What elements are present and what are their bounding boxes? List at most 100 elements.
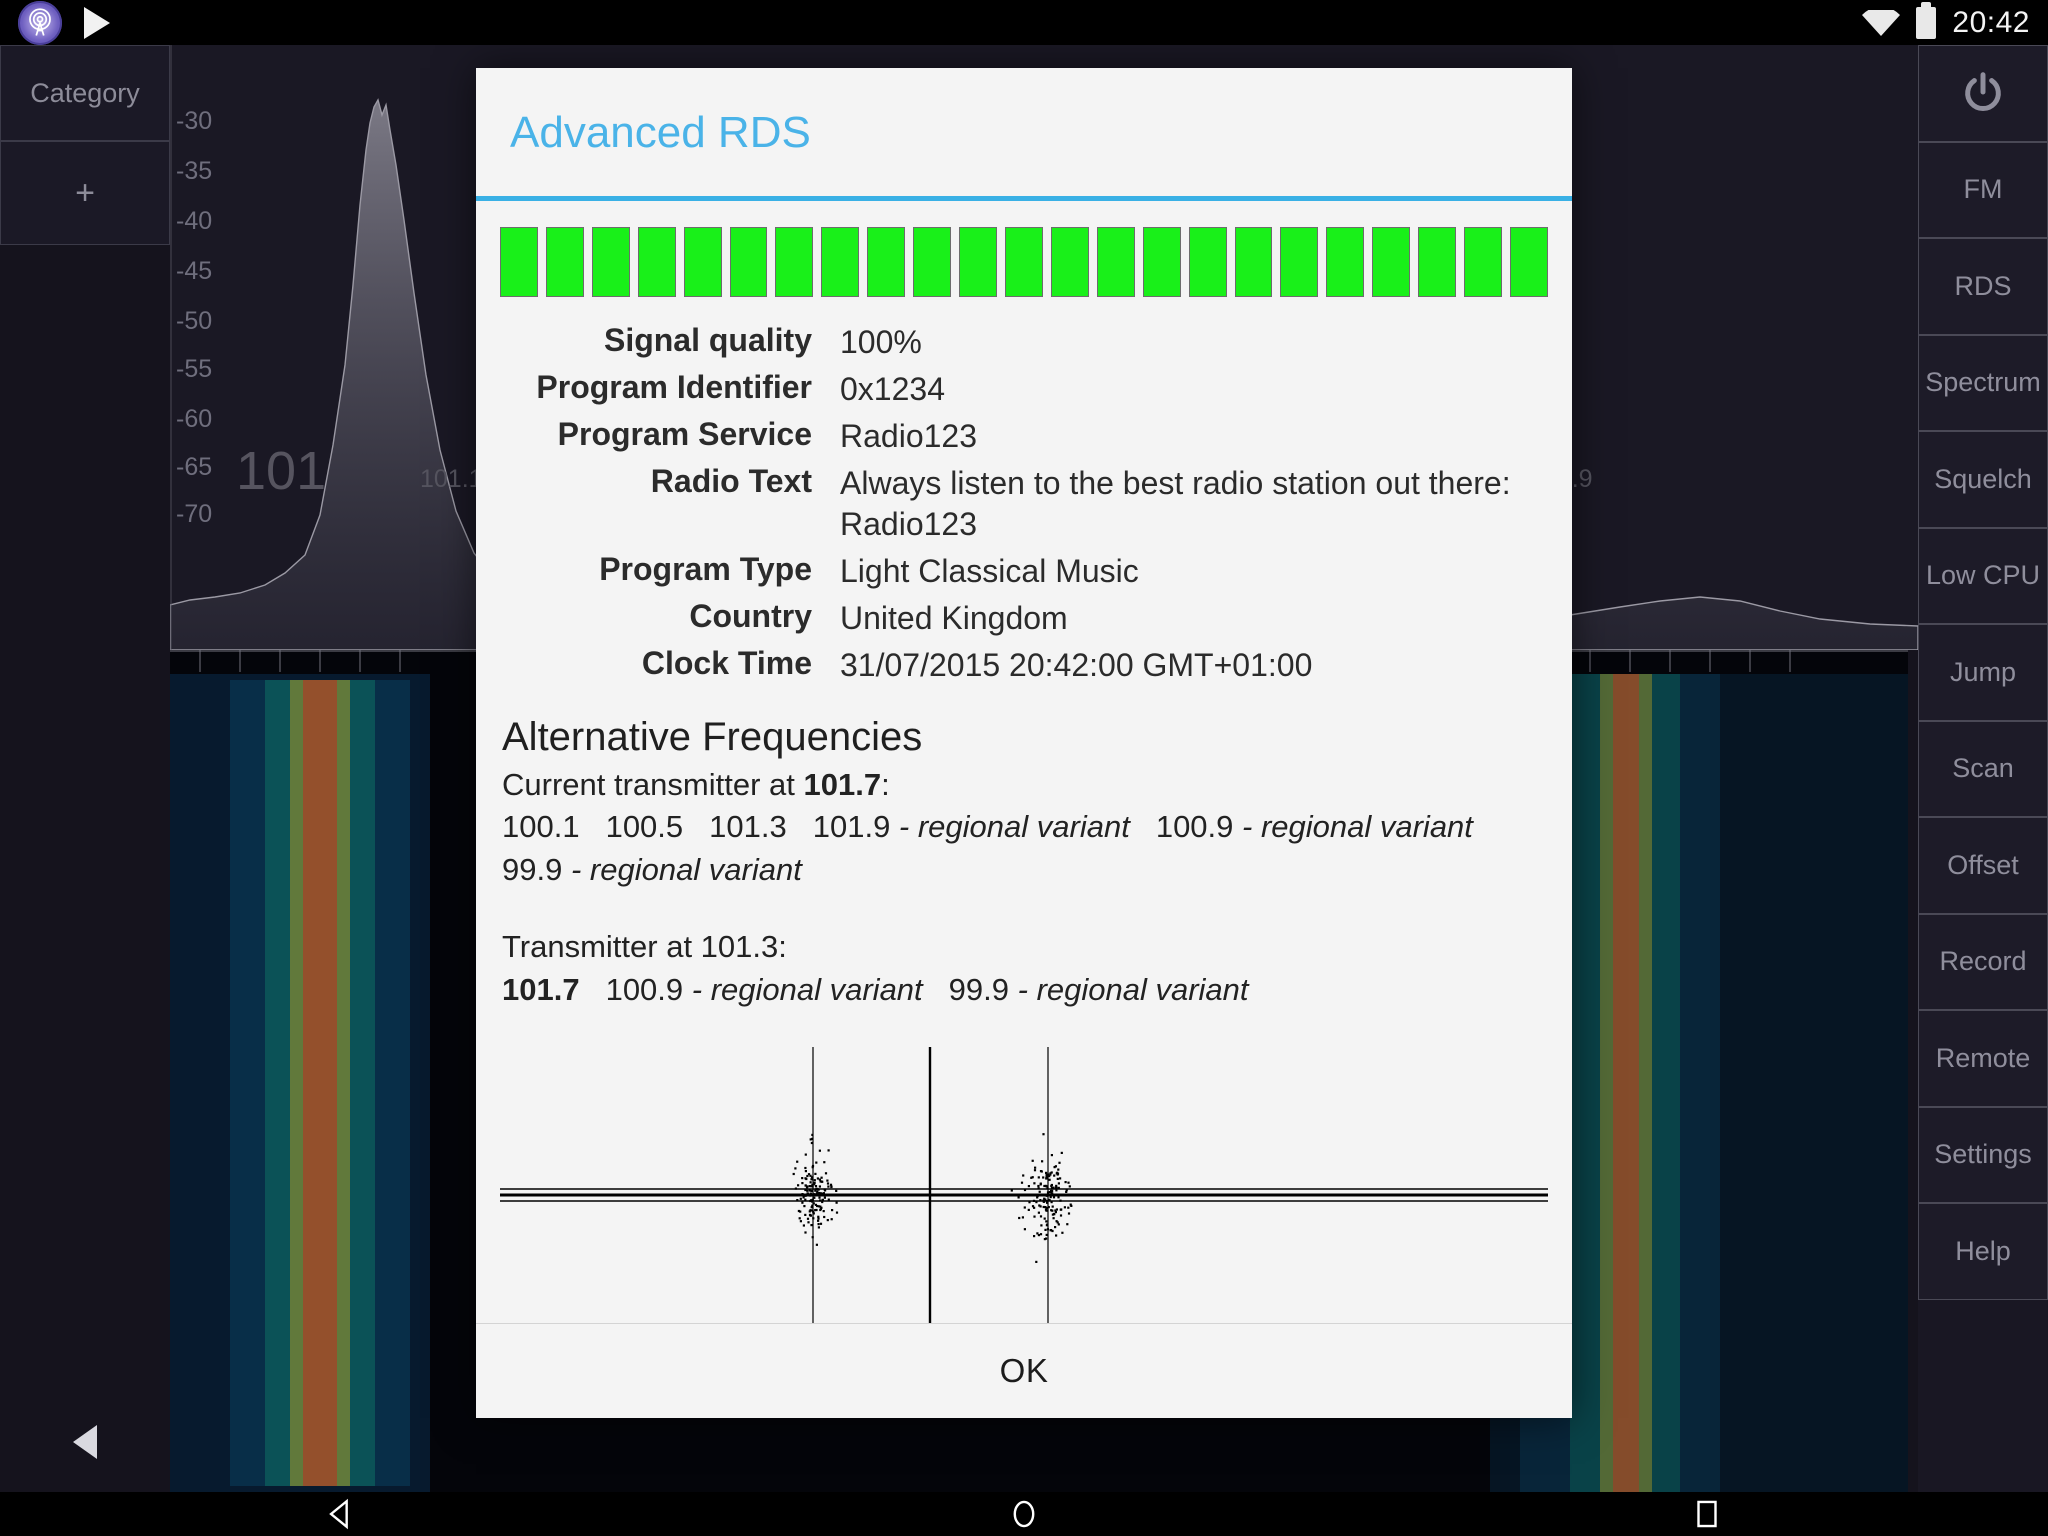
sidebar-item-settings[interactable]: Settings (1918, 1107, 2048, 1204)
sidebar-item-low-cpu[interactable]: Low CPU (1918, 528, 2048, 625)
constellation-point (820, 1208, 822, 1210)
category-button[interactable]: Category (0, 45, 170, 141)
quality-segment (1143, 227, 1181, 297)
constellation-point (797, 1185, 799, 1187)
sidebar-item-record[interactable]: Record (1918, 914, 2048, 1011)
constellation-point (1055, 1190, 1057, 1192)
constellation-point (1028, 1185, 1030, 1187)
constellation-point (819, 1179, 821, 1181)
af-block-0: Current transmitter at 101.7: 100.1 100.5… (500, 764, 1548, 892)
quality-segment (1326, 227, 1364, 297)
db-label-30: -30 (176, 107, 212, 136)
constellation-point (811, 1142, 813, 1144)
af-frequency: 100.5 (606, 809, 684, 844)
constellation-point (812, 1165, 814, 1167)
field-key: Clock Time (500, 642, 840, 689)
constellation-point (805, 1170, 807, 1172)
constellation-point (810, 1186, 812, 1188)
constellation-point (1066, 1224, 1068, 1226)
constellation-point (796, 1199, 798, 1201)
constellation-point (1046, 1174, 1048, 1176)
constellation-point (1051, 1201, 1053, 1203)
play-icon[interactable] (84, 7, 110, 39)
power-button[interactable] (1918, 45, 2048, 142)
constellation-point (1060, 1215, 1062, 1217)
constellation-point (809, 1190, 811, 1192)
af-prefix: Current transmitter at (502, 767, 803, 802)
constellation-point (1037, 1185, 1039, 1187)
constellation-point (1051, 1154, 1053, 1156)
sidebar-item-rds[interactable]: RDS (1918, 238, 2048, 335)
dialog-body[interactable]: Signal quality 100% Program Identifier 0… (476, 201, 1572, 1323)
prev-preset-button[interactable] (0, 1392, 170, 1492)
previous-icon (73, 1425, 97, 1459)
constellation-point (805, 1154, 807, 1156)
sidebar-item-help[interactable]: Help (1918, 1203, 2048, 1300)
constellation-point (825, 1173, 827, 1175)
quality-segment (546, 227, 584, 297)
constellation-point (1052, 1206, 1054, 1208)
freq-tick-101-1: 101.1 (420, 465, 483, 494)
af-suffix: : (881, 767, 890, 802)
constellation-point (810, 1193, 812, 1195)
constellation-point (809, 1175, 811, 1177)
constellation-point (811, 1134, 813, 1136)
constellation-point (1057, 1222, 1059, 1224)
sidebar-item-jump[interactable]: Jump (1918, 624, 2048, 721)
home-icon[interactable] (1007, 1497, 1041, 1531)
af-block-title-1: Transmitter at 101.3: (502, 926, 1548, 969)
constellation-point (1057, 1178, 1059, 1180)
quality-segment (730, 227, 768, 297)
constellation-point (831, 1209, 833, 1211)
constellation-point (1056, 1187, 1058, 1189)
constellation-point (1045, 1178, 1047, 1180)
constellation-point (1050, 1196, 1052, 1198)
constellation-point (805, 1185, 807, 1187)
quality-segment (1418, 227, 1456, 297)
db-label-70: -70 (176, 500, 212, 529)
constellation-point (814, 1190, 816, 1192)
quality-segment (821, 227, 859, 297)
constellation-point (1049, 1200, 1051, 1202)
sidebar-item-offset[interactable]: Offset (1918, 817, 2048, 914)
af-frequency: 100.9 (1156, 809, 1234, 844)
constellation-point (1054, 1226, 1056, 1228)
constellation-point (801, 1177, 803, 1179)
recents-icon[interactable] (1690, 1497, 1724, 1531)
constellation-point (1057, 1173, 1059, 1175)
constellation-point (1036, 1233, 1038, 1235)
constellation-point (820, 1223, 822, 1225)
constellation-point (801, 1202, 803, 1204)
constellation-point (823, 1162, 825, 1164)
constellation-point (799, 1211, 801, 1213)
constellation-point (1034, 1167, 1036, 1169)
constellation-point (1043, 1185, 1045, 1187)
constellation-point (811, 1207, 813, 1209)
constellation-point (1021, 1182, 1023, 1184)
constellation-point (1051, 1230, 1053, 1232)
db-label-50: -50 (176, 307, 212, 336)
db-label-40: -40 (176, 207, 212, 236)
ok-button[interactable]: OK (1000, 1352, 1049, 1390)
add-preset-button[interactable]: + (0, 141, 170, 245)
constellation-point (803, 1197, 805, 1199)
sidebar-item-remote[interactable]: Remote (1918, 1010, 2048, 1107)
constellation-point (803, 1205, 805, 1207)
constellation-point (1028, 1209, 1030, 1211)
quality-segment (592, 227, 630, 297)
constellation-point (1033, 1235, 1035, 1237)
sidebar-item-squelch[interactable]: Squelch (1918, 431, 2048, 528)
field-key: Signal quality (500, 319, 840, 366)
constellation-point (794, 1168, 796, 1170)
constellation-point (1057, 1169, 1059, 1171)
sidebar-item-fm[interactable]: FM (1918, 142, 2048, 239)
sidebar-item-scan[interactable]: Scan (1918, 721, 2048, 818)
constellation-point (836, 1202, 838, 1204)
af-frequency: 101.9 (813, 809, 891, 844)
db-label-60: -60 (176, 405, 212, 434)
constellation-point (819, 1200, 821, 1202)
back-icon[interactable] (324, 1497, 358, 1531)
sidebar-item-spectrum[interactable]: Spectrum (1918, 335, 2048, 432)
constellation-point (806, 1190, 808, 1192)
constellation-point (803, 1225, 805, 1227)
